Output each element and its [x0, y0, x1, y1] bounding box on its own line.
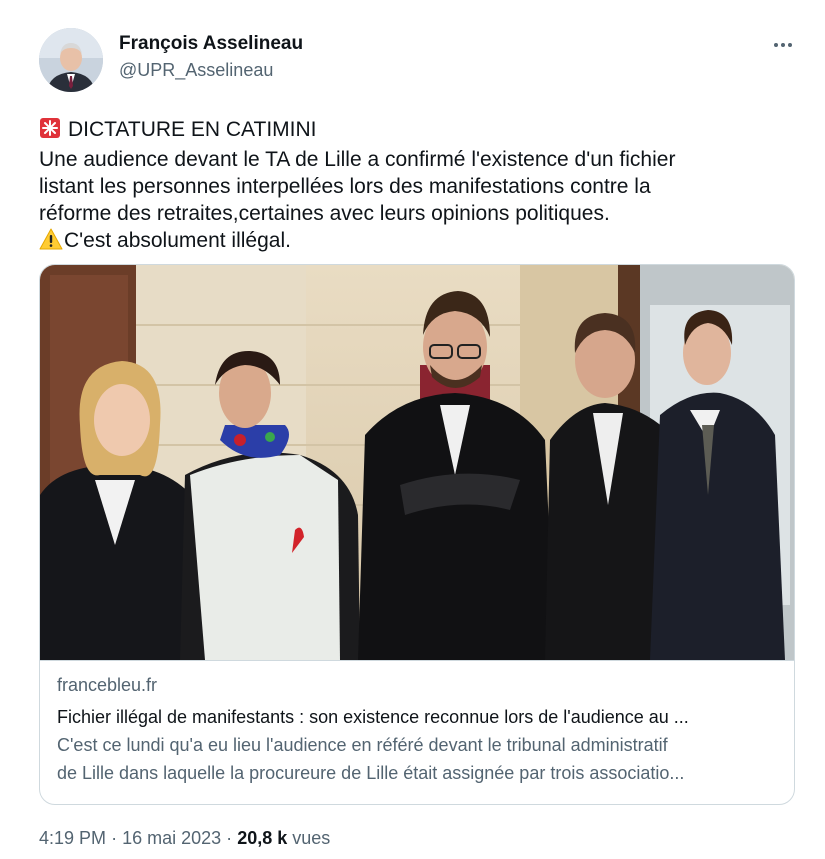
warning-icon	[39, 228, 63, 257]
meta-separator: ·	[226, 828, 233, 848]
tweet-last-line: C'est absolument illégal.	[64, 229, 291, 252]
views-count: 20,8 k	[237, 828, 288, 848]
tweet-text: DICTATURE EN CATIMINI Une audience devan…	[39, 116, 799, 257]
tweet-line: Une audience devant le TA de Lille a con…	[39, 148, 676, 171]
card-title: Fichier illégal de manifestants : son ex…	[57, 707, 689, 727]
tweet-meta: 4:19 PM · 16 mai 2023 · 20,8 k vues	[39, 828, 330, 849]
views-label: vues	[292, 828, 331, 848]
rotating-light-icon	[39, 117, 61, 146]
tweet-time[interactable]: 4:19 PM	[39, 828, 106, 848]
more-dot-icon	[788, 43, 792, 47]
tweet-line: réforme des retraites,certaines avec leu…	[39, 202, 610, 225]
tweet-headline: DICTATURE EN CATIMINI	[68, 118, 317, 141]
author-name[interactable]: François Asselineau	[119, 33, 303, 55]
card-description-line: C'est ce lundi qu'a eu lieu l'audience e…	[57, 735, 668, 755]
tweet-date[interactable]: 16 mai 2023	[122, 828, 221, 848]
meta-separator: ·	[111, 828, 118, 848]
author-avatar[interactable]	[39, 28, 103, 92]
card-description-line: de Lille dans laquelle la procureure de …	[57, 763, 685, 783]
link-card[interactable]: francebleu.fr Fichier illégal de manifes…	[39, 264, 795, 805]
author-handle[interactable]: @UPR_Asselineau	[119, 60, 273, 81]
more-dot-icon	[774, 43, 778, 47]
card-body: francebleu.fr Fichier illégal de manifes…	[57, 672, 777, 787]
more-options-button[interactable]	[766, 32, 800, 58]
card-domain: francebleu.fr	[57, 675, 158, 695]
more-dot-icon	[781, 43, 785, 47]
tweet-line: C'est absolument illégal.	[39, 227, 799, 257]
card-photo	[40, 265, 794, 661]
tweet-line: listant les personnes interpellées lors …	[39, 175, 651, 198]
tweet-line: DICTATURE EN CATIMINI	[39, 116, 799, 146]
